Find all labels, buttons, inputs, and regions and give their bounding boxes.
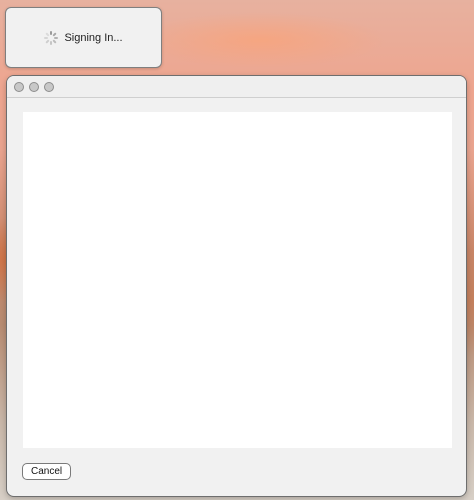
web-content-area[interactable] bbox=[23, 112, 452, 448]
zoom-icon[interactable] bbox=[44, 82, 54, 92]
minimize-icon[interactable] bbox=[29, 82, 39, 92]
signing-in-status-text: Signing In... bbox=[64, 31, 123, 44]
close-icon[interactable] bbox=[14, 82, 24, 92]
signing-in-dialog: Signing In... bbox=[5, 7, 162, 68]
main-window: Cancel bbox=[6, 75, 467, 497]
window-titlebar[interactable] bbox=[7, 76, 466, 98]
activity-spinner-icon bbox=[44, 30, 59, 45]
cancel-button[interactable]: Cancel bbox=[22, 463, 72, 480]
